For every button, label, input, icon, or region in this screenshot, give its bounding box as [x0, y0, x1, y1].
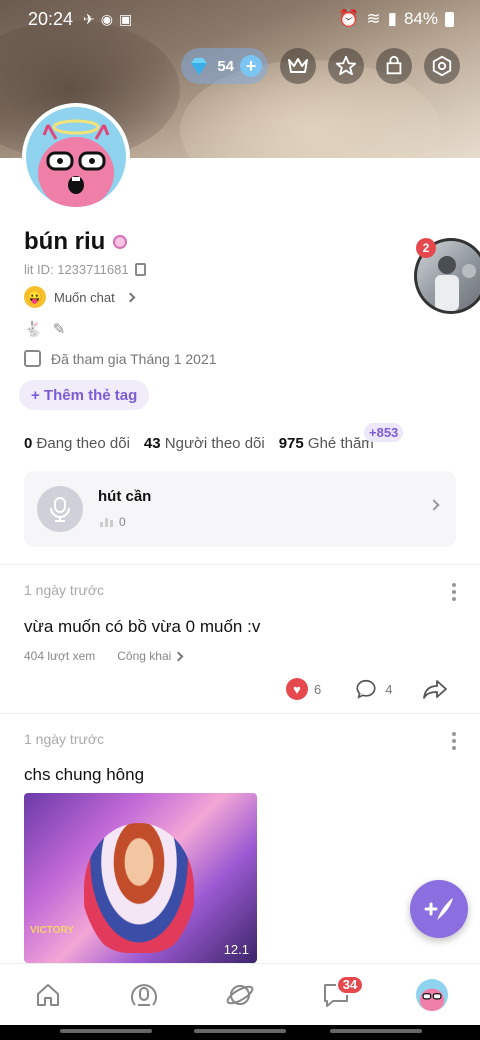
avatar-illustration: [38, 119, 114, 207]
settings-button[interactable]: [424, 48, 460, 84]
joined-row: Đã tham gia Tháng 1 2021: [24, 350, 217, 367]
like-icon[interactable]: ♥: [286, 678, 308, 700]
more-menu-icon[interactable]: [452, 583, 456, 601]
mood-emoji-icon: 😛: [24, 286, 46, 308]
like-count: 6: [314, 681, 322, 697]
post-divider: [0, 713, 480, 714]
voice-intro-card[interactable]: hút cần 0: [24, 471, 456, 547]
chat-unread-badge: 34: [336, 974, 364, 995]
battery-icon: [445, 11, 454, 27]
visits-stat[interactable]: 975 Ghé thăm: [279, 435, 374, 452]
joined-date: Đã tham gia Tháng 1 2021: [51, 350, 217, 367]
image-caption: VICTORY: [30, 925, 74, 936]
nav-profile[interactable]: [408, 971, 456, 1019]
status-bar: 20:24 ✈ ◉ ▣ ⏰ ≋ ▮ 84%: [0, 0, 480, 38]
bag-icon: [386, 55, 402, 75]
nav-home[interactable]: [24, 971, 72, 1019]
chevron-right-icon: [173, 651, 184, 662]
profile-name: bún riu: [24, 228, 106, 255]
system-nav-bar: [0, 1025, 480, 1040]
comment-icon[interactable]: [355, 678, 377, 700]
crown-icon: [288, 58, 308, 73]
copy-icon[interactable]: [134, 263, 146, 276]
mood-label: Muốn chat: [54, 289, 115, 305]
diamond-icon: [191, 58, 208, 75]
post-text: chs chung hông: [24, 765, 145, 784]
notification-icon: ✈: [83, 10, 95, 27]
face-icon: [131, 983, 157, 1006]
microphone-icon[interactable]: [37, 486, 83, 532]
gender-badge-icon: [113, 235, 128, 249]
profile-avatar-icon: [416, 978, 448, 1011]
profile-avatar[interactable]: [22, 103, 130, 211]
post-visibility[interactable]: Công khai: [117, 649, 184, 663]
status-time: 20:24: [28, 8, 74, 29]
header-actions: 54 +: [181, 48, 460, 84]
post-views: 404 lượt xem: [24, 649, 96, 663]
messenger-icon: ◉: [100, 10, 113, 27]
more-menu-icon[interactable]: [452, 732, 456, 750]
notification-icons: ✈ ◉ ▣: [83, 11, 132, 28]
image-score: 12.1: [223, 942, 249, 957]
bar-chart-icon: [100, 517, 113, 527]
post-text: vừa muốn có bồ vừa 0 muốn :v: [24, 617, 261, 636]
profile-stats: 0 Đang theo dõi 43 Người theo dõi 975 Gh…: [24, 435, 374, 452]
chevron-right-icon: [428, 499, 440, 511]
gallery-icon: ▣: [119, 10, 133, 27]
add-tag-button[interactable]: + Thêm thẻ tag: [19, 380, 150, 410]
nav-explore[interactable]: [216, 971, 264, 1019]
calendar-icon: [24, 350, 41, 367]
nav-chat[interactable]: 34: [312, 971, 364, 1019]
gems-count: 54: [217, 57, 234, 75]
share-icon[interactable]: [422, 678, 448, 700]
voice-title: hút cần: [98, 488, 152, 505]
new-visits-badge: +853: [364, 423, 404, 442]
planet-icon: [226, 984, 254, 1005]
voice-plays: 0: [100, 515, 126, 529]
mood-status[interactable]: 😛 Muốn chat: [24, 286, 136, 308]
home-icon: [37, 983, 59, 1006]
nav-match[interactable]: [120, 971, 168, 1019]
bottom-navigation: 34: [0, 963, 480, 1025]
followers-stat[interactable]: 43 Người theo dõi: [144, 435, 265, 452]
shop-button[interactable]: [376, 48, 412, 84]
add-gems-icon[interactable]: +: [240, 55, 262, 77]
star-button[interactable]: [328, 48, 364, 84]
quill-plus-icon: [424, 898, 453, 920]
new-post-button[interactable]: [410, 880, 468, 938]
rabbit-icon: 🐇: [24, 321, 43, 338]
story-count-badge: 2: [416, 238, 436, 258]
section-divider: [0, 564, 480, 565]
star-icon: [335, 55, 357, 76]
signal-icon: ▮: [387, 9, 397, 28]
post-time: 1 ngày trước: [24, 731, 105, 747]
crown-button[interactable]: [280, 48, 316, 84]
post-time: 1 ngày trước: [24, 582, 105, 598]
post-meta: 404 lượt xem Công khai: [24, 649, 184, 663]
battery-percent: 84%: [403, 9, 438, 28]
gems-button[interactable]: 54 +: [181, 48, 268, 84]
profile-name-row: bún riu: [24, 228, 128, 256]
post-actions: ♥ 6 4: [286, 678, 448, 700]
gear-icon: [432, 55, 452, 77]
following-stat[interactable]: 0 Đang theo dõi: [24, 435, 130, 452]
wifi-icon: ≋: [366, 9, 381, 28]
chevron-right-icon: [125, 292, 136, 302]
profile-extra-icons: 🐇 ✎: [24, 320, 65, 338]
lit-id: lit ID: 1233711681: [24, 262, 129, 277]
lit-id-row: lit ID: 1233711681: [24, 262, 146, 277]
alarm-icon: ⏰: [338, 9, 360, 28]
edit-icon[interactable]: ✎: [53, 320, 66, 338]
comment-count: 4: [385, 681, 393, 697]
post-image[interactable]: VICTORY 12.1: [24, 793, 257, 963]
